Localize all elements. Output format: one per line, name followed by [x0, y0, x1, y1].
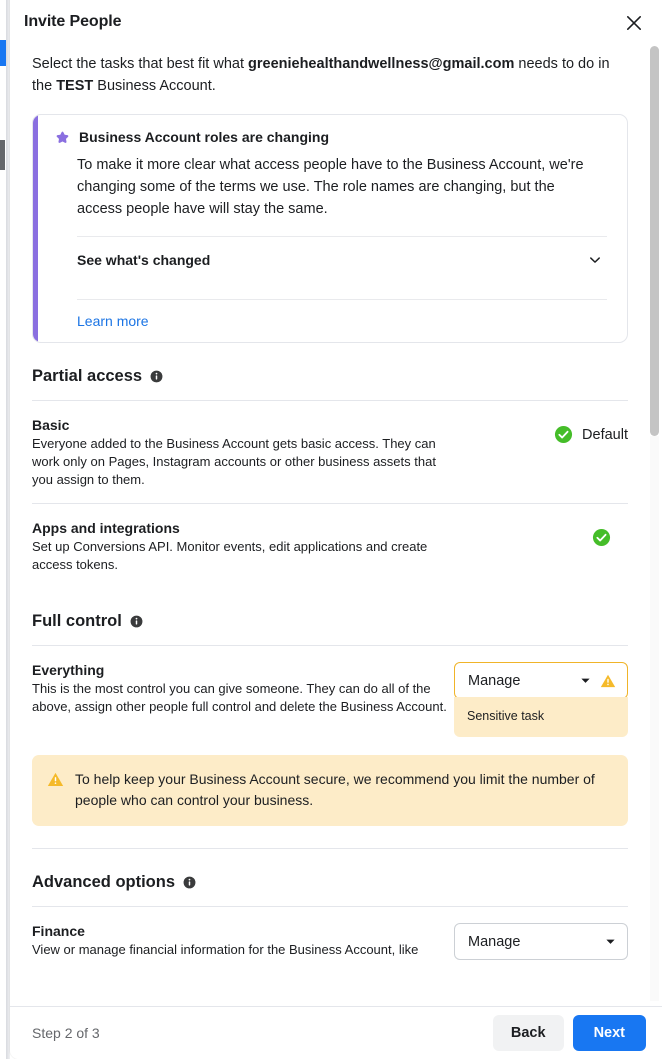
- step-indicator: Step 2 of 3: [32, 1025, 100, 1041]
- task-description: This is the most control you can give so…: [32, 681, 447, 714]
- section-title-partial-access: Partial access: [32, 343, 628, 400]
- chevron-down-icon: [606, 939, 615, 944]
- back-button[interactable]: Back: [492, 1015, 564, 1051]
- see-whats-changed-label: See what's changed: [77, 252, 211, 268]
- dialog-scrollbar[interactable]: [650, 46, 659, 1001]
- section-label: Partial access: [32, 367, 143, 385]
- close-icon[interactable]: [620, 9, 648, 37]
- star-icon: [56, 131, 69, 143]
- lede-email: greeniehealthandwellness@gmail.com: [248, 56, 515, 72]
- underlay-grey-accent: [0, 140, 5, 170]
- task-name: Finance: [32, 923, 85, 939]
- task-name: Everything: [32, 662, 105, 678]
- everything-role-select[interactable]: Manage: [454, 662, 628, 699]
- task-name: Apps and integrations: [32, 520, 180, 536]
- task-description: Set up Conversions API. Monitor events, …: [32, 539, 428, 572]
- security-warning-banner: To help keep your Business Account secur…: [32, 755, 628, 826]
- lede-prefix: Select the tasks that best fit what: [32, 56, 248, 72]
- lede-account: TEST: [56, 78, 94, 94]
- notice-heading-row: Business Account roles are changing: [55, 129, 607, 145]
- info-icon[interactable]: [130, 615, 143, 628]
- check-circle-icon: [554, 425, 573, 444]
- task-description: Everyone added to the Business Account g…: [32, 436, 436, 487]
- learn-more-link[interactable]: Learn more: [77, 300, 607, 342]
- section-label: Full control: [32, 612, 122, 630]
- enabled-status[interactable]: [592, 520, 628, 547]
- selected-value: Manage: [468, 672, 521, 689]
- info-icon[interactable]: [183, 876, 196, 889]
- selected-value: Manage: [468, 933, 521, 950]
- warning-triangle-icon: [600, 674, 616, 687]
- default-label: Default: [582, 426, 628, 443]
- task-description: View or manage financial information for…: [32, 942, 419, 957]
- invite-people-dialog: Invite People Select the tasks that best…: [10, 0, 662, 1059]
- dialog-description: Select the tasks that best fit what gree…: [32, 44, 632, 97]
- task-row-everything: Everything This is the most control you …: [32, 646, 628, 751]
- warning-triangle-icon: [47, 772, 64, 786]
- lede-suffix: Business Account.: [93, 78, 216, 94]
- notice-accent-rail: [33, 115, 38, 342]
- notice-body: To make it more clear what access people…: [77, 157, 584, 217]
- task-name: Basic: [32, 417, 70, 433]
- chevron-down-icon: [590, 257, 600, 263]
- see-whats-changed-expander[interactable]: See what's changed: [77, 237, 607, 283]
- security-warning-text: To help keep your Business Account secur…: [75, 771, 595, 808]
- info-icon[interactable]: [150, 370, 163, 383]
- scrollbar-track[interactable]: [650, 436, 659, 1001]
- finance-role-dropdown-group: Manage: [454, 923, 628, 960]
- notice-heading: Business Account roles are changing: [79, 129, 329, 145]
- default-status: Default: [554, 417, 628, 444]
- task-row-apps-and-integrations: Apps and integrations Set up Conversions…: [32, 504, 628, 588]
- everything-role-dropdown-group: Manage Sensitive task: [454, 662, 628, 737]
- chevron-down-icon: [581, 678, 590, 683]
- finance-role-select[interactable]: Manage: [454, 923, 628, 960]
- dialog-scroll-body[interactable]: Select the tasks that best fit what gree…: [10, 44, 662, 1006]
- scrollbar-thumb[interactable]: [650, 46, 659, 436]
- underlying-page-strip: [0, 0, 10, 1059]
- sensitive-task-note: Sensitive task: [454, 697, 628, 737]
- check-circle-icon: [592, 528, 611, 547]
- section-label: Advanced options: [32, 873, 176, 891]
- dialog-header: Invite People: [10, 0, 662, 44]
- task-row-basic: Basic Everyone added to the Business Acc…: [32, 401, 628, 503]
- dialog-title: Invite People: [24, 13, 122, 30]
- task-row-finance: Finance View or manage financial informa…: [32, 907, 628, 974]
- section-title-advanced-options: Advanced options: [32, 849, 628, 906]
- next-button[interactable]: Next: [572, 1015, 646, 1051]
- section-title-full-control: Full control: [32, 588, 628, 645]
- roles-changing-notice: Business Account roles are changing To m…: [32, 114, 628, 343]
- dialog-footer: Step 2 of 3 Back Next: [10, 1006, 662, 1059]
